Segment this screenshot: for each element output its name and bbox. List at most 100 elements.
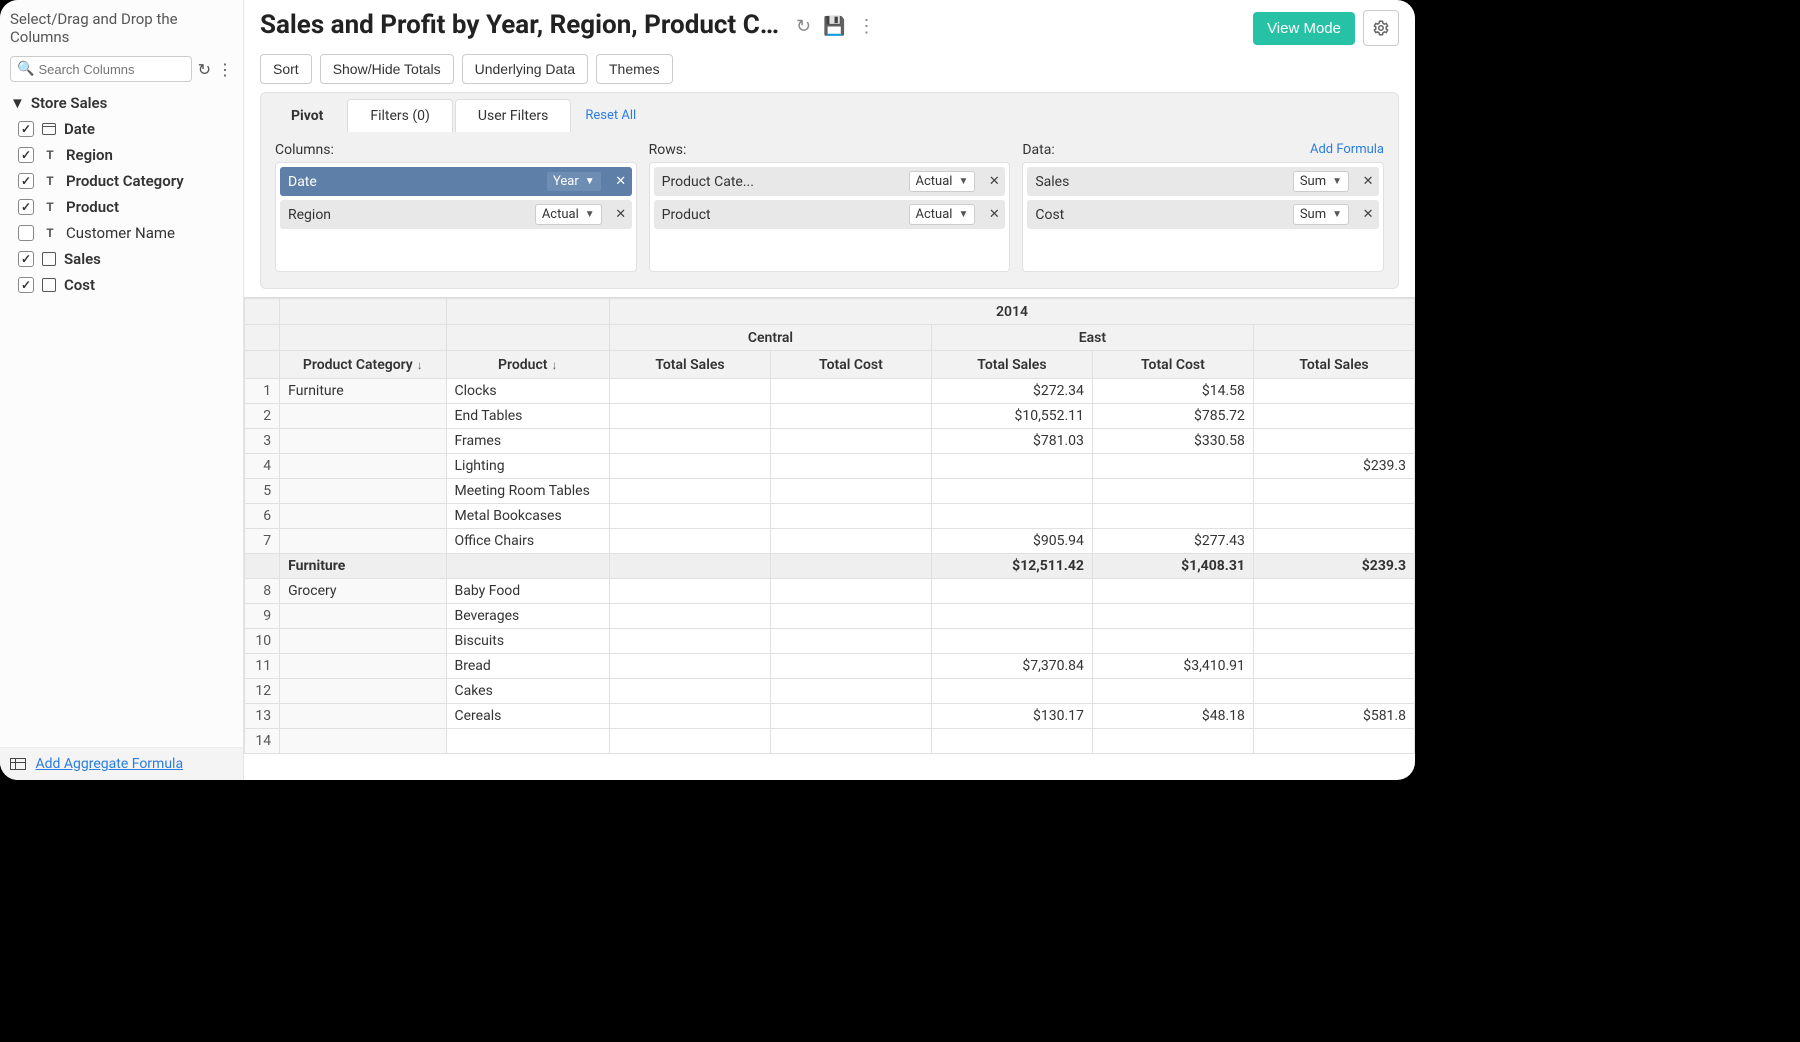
product-cell: Bread [446,654,609,679]
column-item[interactable]: TRegion [10,142,233,168]
value-cell: $781.03 [931,429,1092,454]
value-cell [609,479,770,504]
column-label: Region [66,146,113,164]
value-cell: $14.58 [1092,379,1253,404]
subtotal-cell [770,554,931,579]
measure-header[interactable]: Total Sales [931,351,1092,379]
value-cell [1092,679,1253,704]
pill-option-select[interactable]: Sum▼ [1293,171,1349,192]
column-item[interactable]: Date [10,116,233,142]
column-checkbox[interactable] [18,251,34,267]
pill-option-select[interactable]: Year▼ [546,171,602,192]
value-cell [1253,579,1414,604]
subtotal-cell: $239.3 [1253,554,1414,579]
columns-more-icon[interactable]: ⋮ [217,60,233,79]
add-formula-link[interactable]: Add Formula [1310,142,1384,158]
underlying-data-button[interactable]: Underlying Data [462,54,588,84]
value-cell [770,704,931,729]
table-row: 13Cereals$130.17$48.18$581.8 [245,704,1415,729]
tab-pivot[interactable]: Pivot [269,100,345,132]
value-cell: $7,370.84 [931,654,1092,679]
pill-option-select[interactable]: Sum▼ [1293,204,1349,225]
data-zone-label: Data: [1022,142,1054,158]
reset-all-link[interactable]: Reset All [585,108,636,123]
sidebar: Select/Drag and Drop the Columns 🔍 ↻ ⋮ ▼… [0,0,244,780]
column-group[interactable]: ▼ Store Sales [10,90,233,116]
value-cell [609,704,770,729]
search-columns-input[interactable]: 🔍 [10,56,192,82]
product-cell [446,729,609,754]
column-item[interactable]: Cost [10,272,233,298]
themes-button[interactable]: Themes [596,54,673,84]
value-cell [770,604,931,629]
value-cell [931,729,1092,754]
column-item[interactable]: TCustomer Name [10,220,233,246]
search-columns-field[interactable] [38,62,184,77]
rows-dropzone[interactable]: Product Cate...Actual▼✕ProductActual▼✕ [649,162,1011,272]
value-cell [609,429,770,454]
remove-pill-icon[interactable]: ✕ [983,200,1005,229]
column-checkbox[interactable] [18,225,34,241]
field-pill[interactable]: Product Cate...Actual▼✕ [654,167,1006,196]
field-pill[interactable]: SalesSum▼✕ [1027,167,1379,196]
pivot-grid[interactable]: 2014CentralEastProduct Category↓Product↓… [244,297,1415,780]
value-cell [770,379,931,404]
save-icon[interactable]: 💾 [823,16,845,37]
refresh-icon[interactable]: ↻ [796,16,811,37]
measure-header[interactable]: Total Sales [609,351,770,379]
pill-option-label: Actual [542,207,579,222]
column-label: Product Category [66,172,184,190]
columns-dropzone[interactable]: DateYear▼✕RegionActual▼✕ [275,162,637,272]
category-header[interactable]: Product Category↓ [280,351,446,379]
settings-button[interactable] [1363,10,1399,46]
value-cell: $10,552.11 [931,404,1092,429]
remove-pill-icon[interactable]: ✕ [610,167,632,196]
view-mode-button[interactable]: View Mode [1253,12,1355,45]
column-checkbox[interactable] [18,121,34,137]
region-header: Central [609,325,931,351]
field-pill[interactable]: ProductActual▼✕ [654,200,1006,229]
tab-filters[interactable]: Filters (0) [347,99,453,132]
value-cell [931,579,1092,604]
value-cell [931,629,1092,654]
column-label: Product [66,198,119,216]
remove-pill-icon[interactable]: ✕ [1357,200,1379,229]
field-pill[interactable]: RegionActual▼✕ [280,200,632,229]
field-pill[interactable]: DateYear▼✕ [280,167,632,196]
column-item[interactable]: TProduct Category [10,168,233,194]
row-number: 12 [245,679,280,704]
row-number: 11 [245,654,280,679]
column-item[interactable]: Sales [10,246,233,272]
remove-pill-icon[interactable]: ✕ [610,200,632,229]
value-cell [1092,729,1253,754]
refresh-columns-icon[interactable]: ↻ [198,60,211,79]
remove-pill-icon[interactable]: ✕ [1357,167,1379,196]
measure-header[interactable]: Total Cost [770,351,931,379]
product-cell: Baby Food [446,579,609,604]
value-cell [609,454,770,479]
more-options-icon[interactable]: ⋮ [858,16,876,37]
pill-option-select[interactable]: Actual▼ [909,204,976,225]
show-hide-totals-button[interactable]: Show/Hide Totals [320,54,454,84]
row-number: 9 [245,604,280,629]
value-cell [1092,629,1253,654]
field-pill[interactable]: CostSum▼✕ [1027,200,1379,229]
column-item[interactable]: TProduct [10,194,233,220]
product-header[interactable]: Product↓ [446,351,609,379]
sort-button[interactable]: Sort [260,54,312,84]
column-checkbox[interactable] [18,277,34,293]
column-checkbox[interactable] [18,173,34,189]
column-checkbox[interactable] [18,147,34,163]
column-type-icon [42,278,56,292]
remove-pill-icon[interactable]: ✕ [983,167,1005,196]
data-dropzone[interactable]: SalesSum▼✕CostSum▼✕ [1022,162,1384,272]
pill-option-select[interactable]: Actual▼ [535,204,602,225]
tab-user-filters[interactable]: User Filters [455,99,571,132]
add-aggregate-formula-link[interactable]: Add Aggregate Formula [35,756,183,772]
measure-header[interactable]: Total Sales [1253,351,1414,379]
pill-option-select[interactable]: Actual▼ [909,171,976,192]
subtotal-row: Furniture$12,511.42$1,408.31$239.3 [245,554,1415,579]
measure-header[interactable]: Total Cost [1092,351,1253,379]
column-checkbox[interactable] [18,199,34,215]
columns-zone-label: Columns: [275,142,334,158]
